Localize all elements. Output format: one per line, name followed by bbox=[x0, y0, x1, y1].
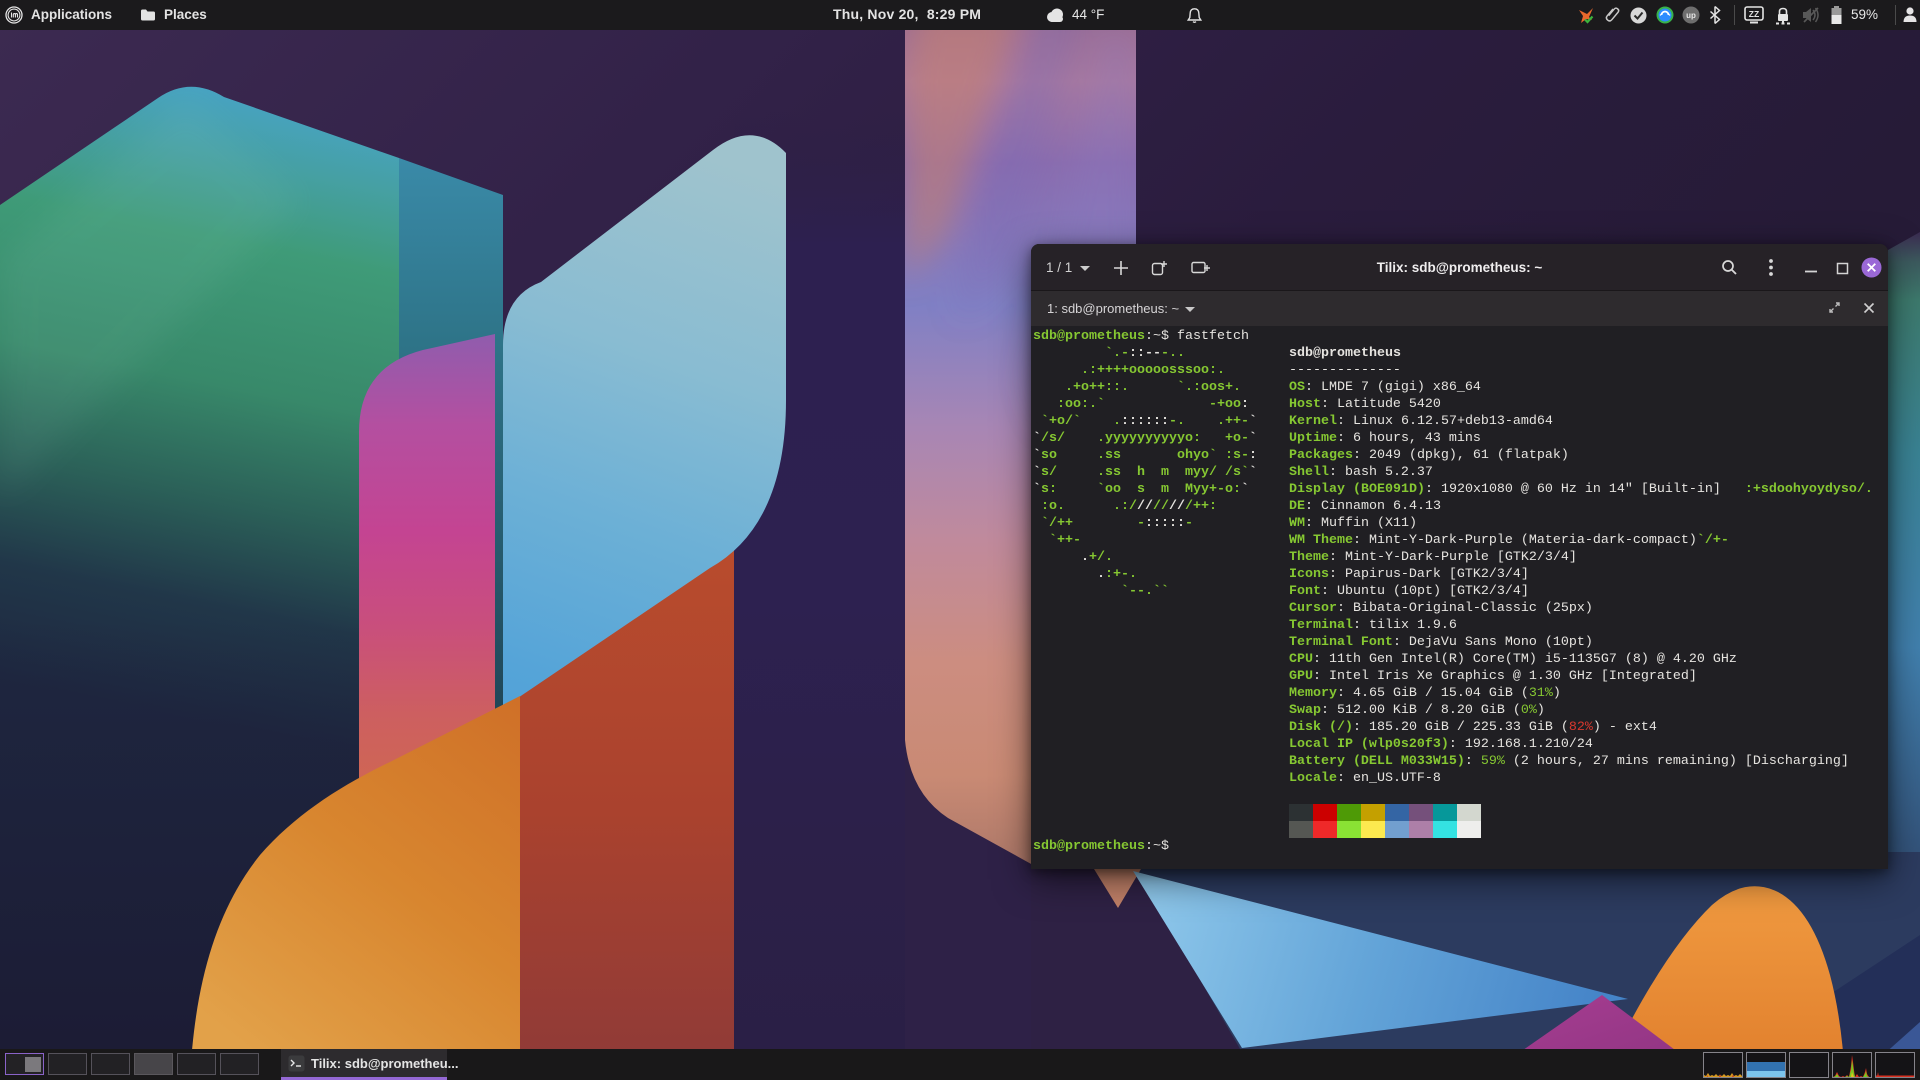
svg-text:ZZ: ZZ bbox=[1749, 9, 1759, 19]
svg-text:up: up bbox=[1686, 11, 1696, 20]
